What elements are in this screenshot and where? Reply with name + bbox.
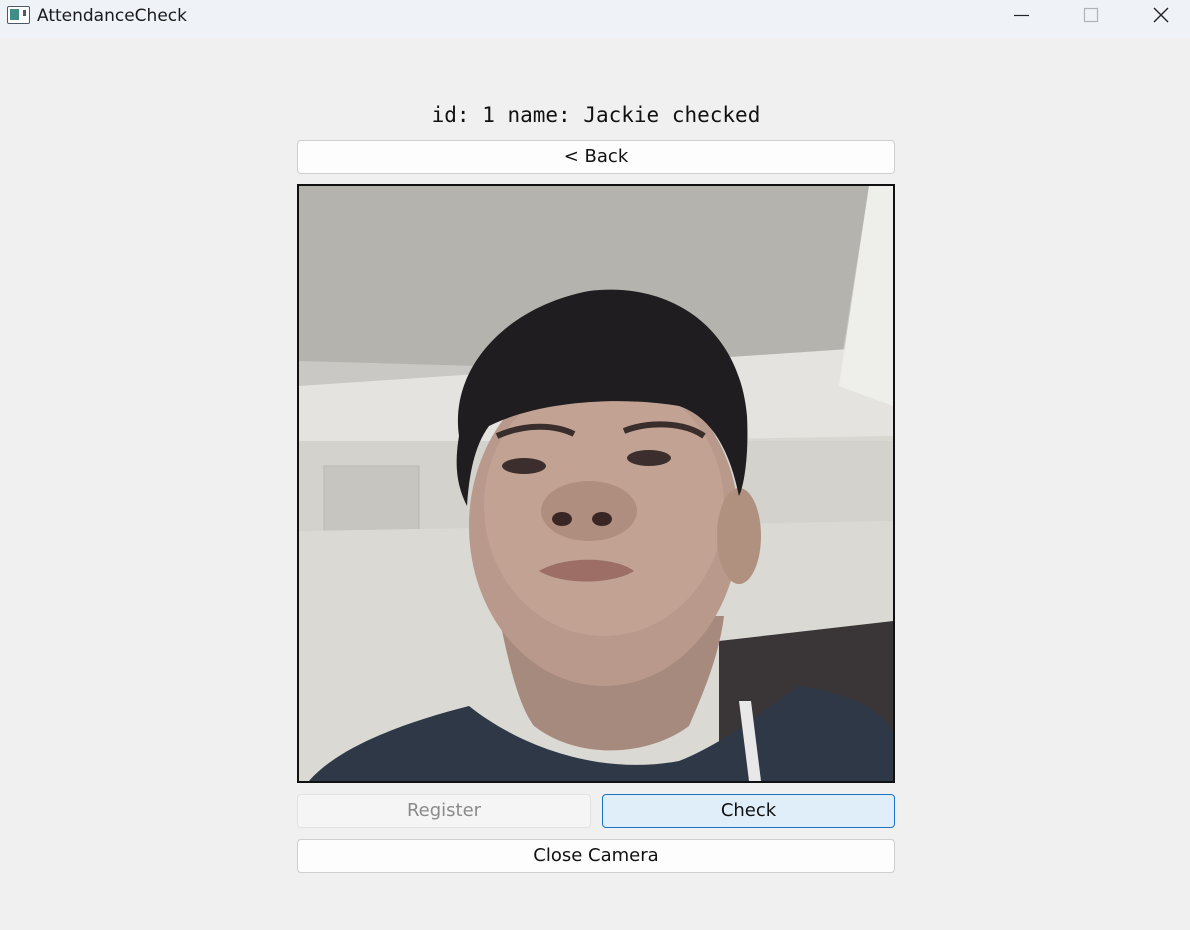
app-window: AttendanceCheck id: 1 name: Jackie check… (0, 0, 1190, 930)
close-camera-button[interactable]: Close Camera (297, 839, 895, 873)
maximize-button[interactable] (1056, 0, 1126, 32)
title-bar[interactable]: AttendanceCheck (0, 0, 1190, 38)
live-camera-feed-icon (299, 186, 893, 781)
camera-view (297, 184, 895, 783)
maximize-icon (1083, 7, 1099, 23)
back-button[interactable]: < Back (297, 140, 895, 174)
check-button[interactable]: Check (602, 794, 895, 828)
close-icon (1153, 7, 1169, 23)
register-button[interactable]: Register (297, 794, 591, 828)
minimize-button[interactable] (986, 0, 1056, 32)
app-window-icon (7, 6, 30, 24)
window-title: AttendanceCheck (37, 6, 187, 26)
status-label: id: 1 name: Jackie checked (431, 103, 761, 127)
close-window-button[interactable] (1126, 0, 1190, 32)
minimize-icon (1014, 14, 1029, 17)
